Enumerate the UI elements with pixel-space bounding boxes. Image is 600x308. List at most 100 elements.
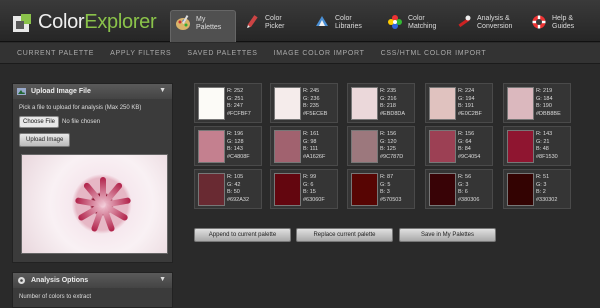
swatch-r-value: R: 252	[227, 88, 244, 94]
top-bar: ColorExplorer My Palettes Color Picker C…	[0, 0, 600, 42]
color-swatch[interactable]: R: 196 G: 128 B: 143 #C4808F	[194, 126, 262, 166]
swatch-color-chip[interactable]	[274, 173, 301, 206]
swatch-values: R: 156 G: 120 B: 125 #9C787D	[380, 131, 403, 161]
swatch-r-value: R: 105	[227, 174, 244, 180]
image-file-icon	[17, 88, 26, 95]
swatch-values: R: 245 G: 236 B: 235 #F5ECEB	[303, 88, 327, 118]
swatch-color-chip[interactable]	[507, 87, 534, 120]
swatch-b-value: B: 191	[458, 103, 474, 109]
swatch-color-chip[interactable]	[274, 87, 301, 120]
swatch-color-chip[interactable]	[274, 130, 301, 163]
color-swatch[interactable]: R: 99 G: 6 B: 15 #63060F	[270, 169, 338, 209]
subnav-css-html-color-import[interactable]: CSS/HTML COLOR IMPORT	[381, 50, 487, 57]
collapse-arrow-icon[interactable]: ▼	[159, 87, 166, 94]
swatch-color-chip[interactable]	[429, 130, 456, 163]
swatch-r-value: R: 235	[380, 88, 397, 94]
swatch-color-chip[interactable]	[351, 173, 378, 206]
swatch-b-value: B: 111	[303, 146, 319, 152]
color-swatch[interactable]: R: 245 G: 236 B: 235 #F5ECEB	[270, 83, 338, 123]
swatch-r-value: R: 219	[536, 88, 553, 94]
subnav-apply-filters[interactable]: APPLY FILTERS	[110, 50, 171, 57]
color-swatch[interactable]: R: 252 G: 251 B: 247 #FCFBF7	[194, 83, 262, 123]
swatch-g-value: G: 128	[227, 138, 244, 145]
swatch-values: R: 235 G: 216 B: 218 #EBD8DA	[380, 88, 405, 118]
swatch-values: R: 224 G: 194 B: 191 #E0C2BF	[458, 88, 482, 118]
file-input[interactable]: Choose File No file chosen	[19, 116, 172, 128]
tab-color-libraries[interactable]: Color Libraries	[310, 10, 376, 42]
swatch-values: R: 105 G: 42 B: 50 #692A32	[227, 174, 249, 204]
swatch-b-value: B: 190	[536, 103, 552, 109]
lifebuoy-icon	[532, 15, 546, 29]
swatch-code-value: #FCFBF7	[227, 110, 251, 117]
swatch-g-value: G: 6	[303, 181, 314, 188]
swatch-color-chip[interactable]	[507, 173, 534, 206]
swatch-b-value: B: 247	[227, 103, 243, 109]
swatch-color-chip[interactable]	[351, 130, 378, 163]
tab-help-guides[interactable]: Help & Guides	[527, 10, 593, 42]
color-swatch[interactable]: R: 161 G: 98 B: 111 #A1626F	[270, 126, 338, 166]
swatch-g-value: G: 236	[303, 95, 320, 102]
swatch-code-value: #380306	[458, 196, 480, 203]
swatch-color-chip[interactable]	[198, 87, 225, 120]
swatch-g-value: G: 5	[380, 181, 391, 188]
palette-icon	[176, 15, 190, 30]
replace-palette-button[interactable]: Replace current palette	[296, 228, 393, 242]
swatch-color-chip[interactable]	[429, 173, 456, 206]
uploaded-image-preview	[21, 154, 168, 254]
color-swatch[interactable]: R: 156 G: 120 B: 125 #9C787D	[347, 126, 415, 166]
swatch-r-value: R: 51	[536, 174, 550, 180]
tab-label: Color Picker	[265, 15, 285, 30]
choose-file-button[interactable]: Choose File	[19, 116, 60, 128]
color-swatch[interactable]: R: 156 G: 64 B: 84 #9C4054	[425, 126, 493, 166]
tab-color-picker[interactable]: Color Picker	[240, 10, 306, 42]
swatch-r-value: R: 143	[536, 131, 553, 137]
swatch-color-chip[interactable]	[198, 130, 225, 163]
swatch-color-chip[interactable]	[351, 87, 378, 120]
append-palette-button[interactable]: Append to current palette	[194, 228, 291, 242]
upload-panel-header[interactable]: Upload Image File ▼	[13, 84, 172, 99]
logo-icon	[13, 13, 31, 32]
swatch-code-value: #692A32	[227, 196, 250, 203]
swatch-r-value: R: 196	[227, 131, 244, 137]
tab-analysis-conversion[interactable]: Analysis & Conversion	[452, 10, 522, 42]
sub-nav: CURRENT PALETTE APPLY FILTERS SAVED PALE…	[0, 43, 600, 64]
subnav-image-color-import[interactable]: IMAGE COLOR IMPORT	[274, 50, 365, 57]
color-swatch[interactable]: R: 51 G: 3 B: 2 #330302	[503, 169, 571, 209]
swatch-r-value: R: 224	[458, 88, 475, 94]
analysis-panel-header[interactable]: Analysis Options ▼	[13, 273, 172, 288]
swatch-code-value: #DBB8BE	[536, 110, 561, 117]
swatch-values: R: 161 G: 98 B: 111 #A1626F	[303, 131, 325, 161]
swatch-g-value: G: 251	[227, 95, 244, 102]
color-swatch[interactable]: R: 224 G: 194 B: 191 #E0C2BF	[425, 83, 493, 123]
color-swatch[interactable]: R: 105 G: 42 B: 50 #692A32	[194, 169, 262, 209]
color-swatch[interactable]: R: 56 G: 3 B: 6 #380306	[425, 169, 493, 209]
swatch-color-chip[interactable]	[507, 130, 534, 163]
color-swatch[interactable]: R: 87 G: 5 B: 3 #570503	[347, 169, 415, 209]
gear-icon	[18, 277, 25, 284]
analysis-panel-title: Analysis Options	[31, 277, 89, 284]
subnav-current-palette[interactable]: CURRENT PALETTE	[17, 50, 94, 57]
swatch-code-value: #330302	[536, 196, 558, 203]
swatch-code-value: #9C787D	[380, 153, 404, 160]
swatch-b-value: B: 2	[536, 189, 546, 195]
swatch-b-value: B: 3	[380, 189, 390, 195]
swatch-r-value: R: 156	[458, 131, 475, 137]
app-logo[interactable]: ColorExplorer	[12, 11, 157, 34]
color-swatch[interactable]: R: 143 G: 21 B: 48 #8F1530	[503, 126, 571, 166]
tab-label: Color Matching	[408, 15, 437, 30]
color-swatch[interactable]: R: 235 G: 216 B: 218 #EBD8DA	[347, 83, 415, 123]
swatch-values: R: 196 G: 128 B: 143 #C4808F	[227, 131, 250, 161]
swatch-b-value: B: 235	[303, 103, 319, 109]
tab-label: Color Libraries	[335, 15, 362, 30]
swatch-color-chip[interactable]	[429, 87, 456, 120]
upload-image-button[interactable]: Upload Image	[19, 133, 71, 147]
swatch-r-value: R: 99	[303, 174, 317, 180]
color-swatch[interactable]: R: 219 G: 184 B: 190 #DBB8BE	[503, 83, 571, 123]
tab-color-matching[interactable]: Color Matching	[383, 10, 449, 42]
swatch-color-chip[interactable]	[198, 173, 225, 206]
save-palette-button[interactable]: Save in My Palettes	[399, 228, 496, 242]
collapse-arrow-icon[interactable]: ▼	[159, 276, 166, 283]
subnav-saved-palettes[interactable]: SAVED PALETTES	[187, 50, 257, 57]
tab-my-palettes[interactable]: My Palettes	[170, 10, 236, 42]
swatch-code-value: #EBD8DA	[380, 110, 406, 117]
